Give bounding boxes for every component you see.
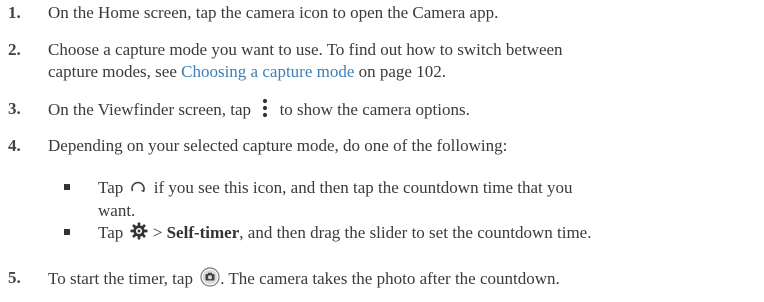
- step-text-suffix: . The camera takes the photo after the c…: [220, 268, 560, 288]
- bullet-square: [64, 229, 70, 235]
- step-text: On the Viewfinder screen, tap to show th…: [48, 98, 754, 124]
- self-timer-label: Self-timer: [166, 223, 240, 242]
- substep-prefix: Tap: [98, 223, 124, 242]
- substep-separator: >: [148, 223, 167, 242]
- step-text: Choose a capture mode you want to use. T…: [48, 39, 754, 83]
- substep-text: Tap > Self-timer, and then drag the slid…: [98, 222, 754, 246]
- step-number: 5.: [8, 268, 21, 287]
- substep-line1: if you see this icon, and then tap the c…: [153, 178, 573, 197]
- substep-text: Tap if you see this icon, and then tap t…: [98, 177, 754, 222]
- timer-arc-icon: [130, 178, 146, 200]
- gear-settings-icon: [129, 222, 148, 246]
- choosing-capture-mode-link[interactable]: Choosing a capture mode: [181, 62, 354, 81]
- step-text-prefix: To start the timer, tap: [48, 268, 193, 288]
- step-text-prefix: capture modes, see: [48, 62, 182, 81]
- step-number: 4.: [8, 136, 21, 155]
- bullet-square: [64, 184, 70, 190]
- substep-line2: want.: [98, 201, 136, 221]
- more-options-icon: [261, 98, 269, 124]
- step-text-prefix: On the Viewfinder screen, tap: [48, 99, 252, 119]
- step-text: To start the timer, tap . The camera tak…: [48, 267, 754, 293]
- step-text-suffix: on page 102.: [354, 62, 446, 81]
- substep-prefix: Tap: [98, 178, 124, 197]
- instructions-document: 1. On the Home screen, tap the camera ic…: [0, 0, 764, 302]
- step-number: 3.: [8, 99, 21, 118]
- shutter-button-icon: [200, 267, 220, 293]
- step-number: 1.: [8, 3, 21, 22]
- step-number: 2.: [8, 40, 21, 59]
- step-text-line1: Choose a capture mode you want to use. T…: [48, 40, 563, 59]
- step-text-suffix: to show the camera options.: [279, 99, 470, 119]
- step-text: Depending on your selected capture mode,…: [48, 136, 508, 155]
- substep-suffix: , and then drag the slider to set the co…: [239, 223, 592, 242]
- step-text: On the Home screen, tap the camera icon …: [48, 3, 499, 22]
